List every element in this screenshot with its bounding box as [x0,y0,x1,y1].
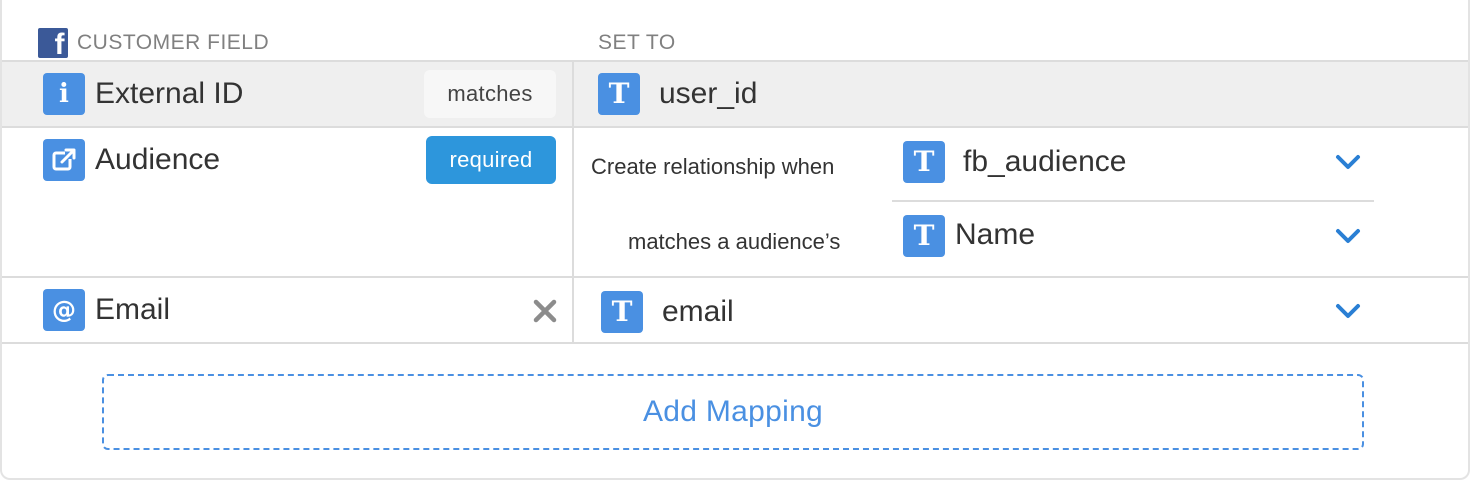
required-badge: required [426,136,556,184]
divider [892,200,1374,202]
field-label: Email [95,293,171,326]
customer-field-header: f CUSTOMER FIELD [38,28,269,58]
facebook-logo-icon: f [38,28,68,58]
text-type-icon: T [903,141,945,183]
text-type-icon: T [598,73,640,115]
set-to-label: SET TO [598,31,676,54]
set-to-header: SET TO [598,28,676,58]
field-label: Audience [95,143,221,176]
column-divider [572,62,574,342]
divider [2,342,1468,344]
chevron-down-icon[interactable] [1334,153,1362,171]
text-type-icon: T [601,291,643,333]
close-icon[interactable] [532,298,558,324]
text-type-icon: T [903,215,945,257]
value-label: user_id [659,77,758,110]
add-mapping-button[interactable]: Add Mapping [102,374,1364,450]
external-link-icon [43,139,85,181]
match-value: Name [955,218,1036,251]
value-label: email [662,295,734,328]
divider [2,276,1468,278]
relationship-value: fb_audience [963,145,1127,178]
matches-badge: matches [424,70,556,118]
info-icon: i [43,73,85,115]
chevron-down-icon[interactable] [1334,227,1362,245]
at-sign-icon: @ [43,289,85,331]
divider [2,126,1468,128]
matches-audience-label: matches a audience’s [628,229,841,254]
chevron-down-icon[interactable] [1334,302,1362,320]
field-label: External ID [95,77,244,110]
create-relationship-label: Create relationship when [591,154,835,179]
customer-field-label: CUSTOMER FIELD [77,31,270,54]
